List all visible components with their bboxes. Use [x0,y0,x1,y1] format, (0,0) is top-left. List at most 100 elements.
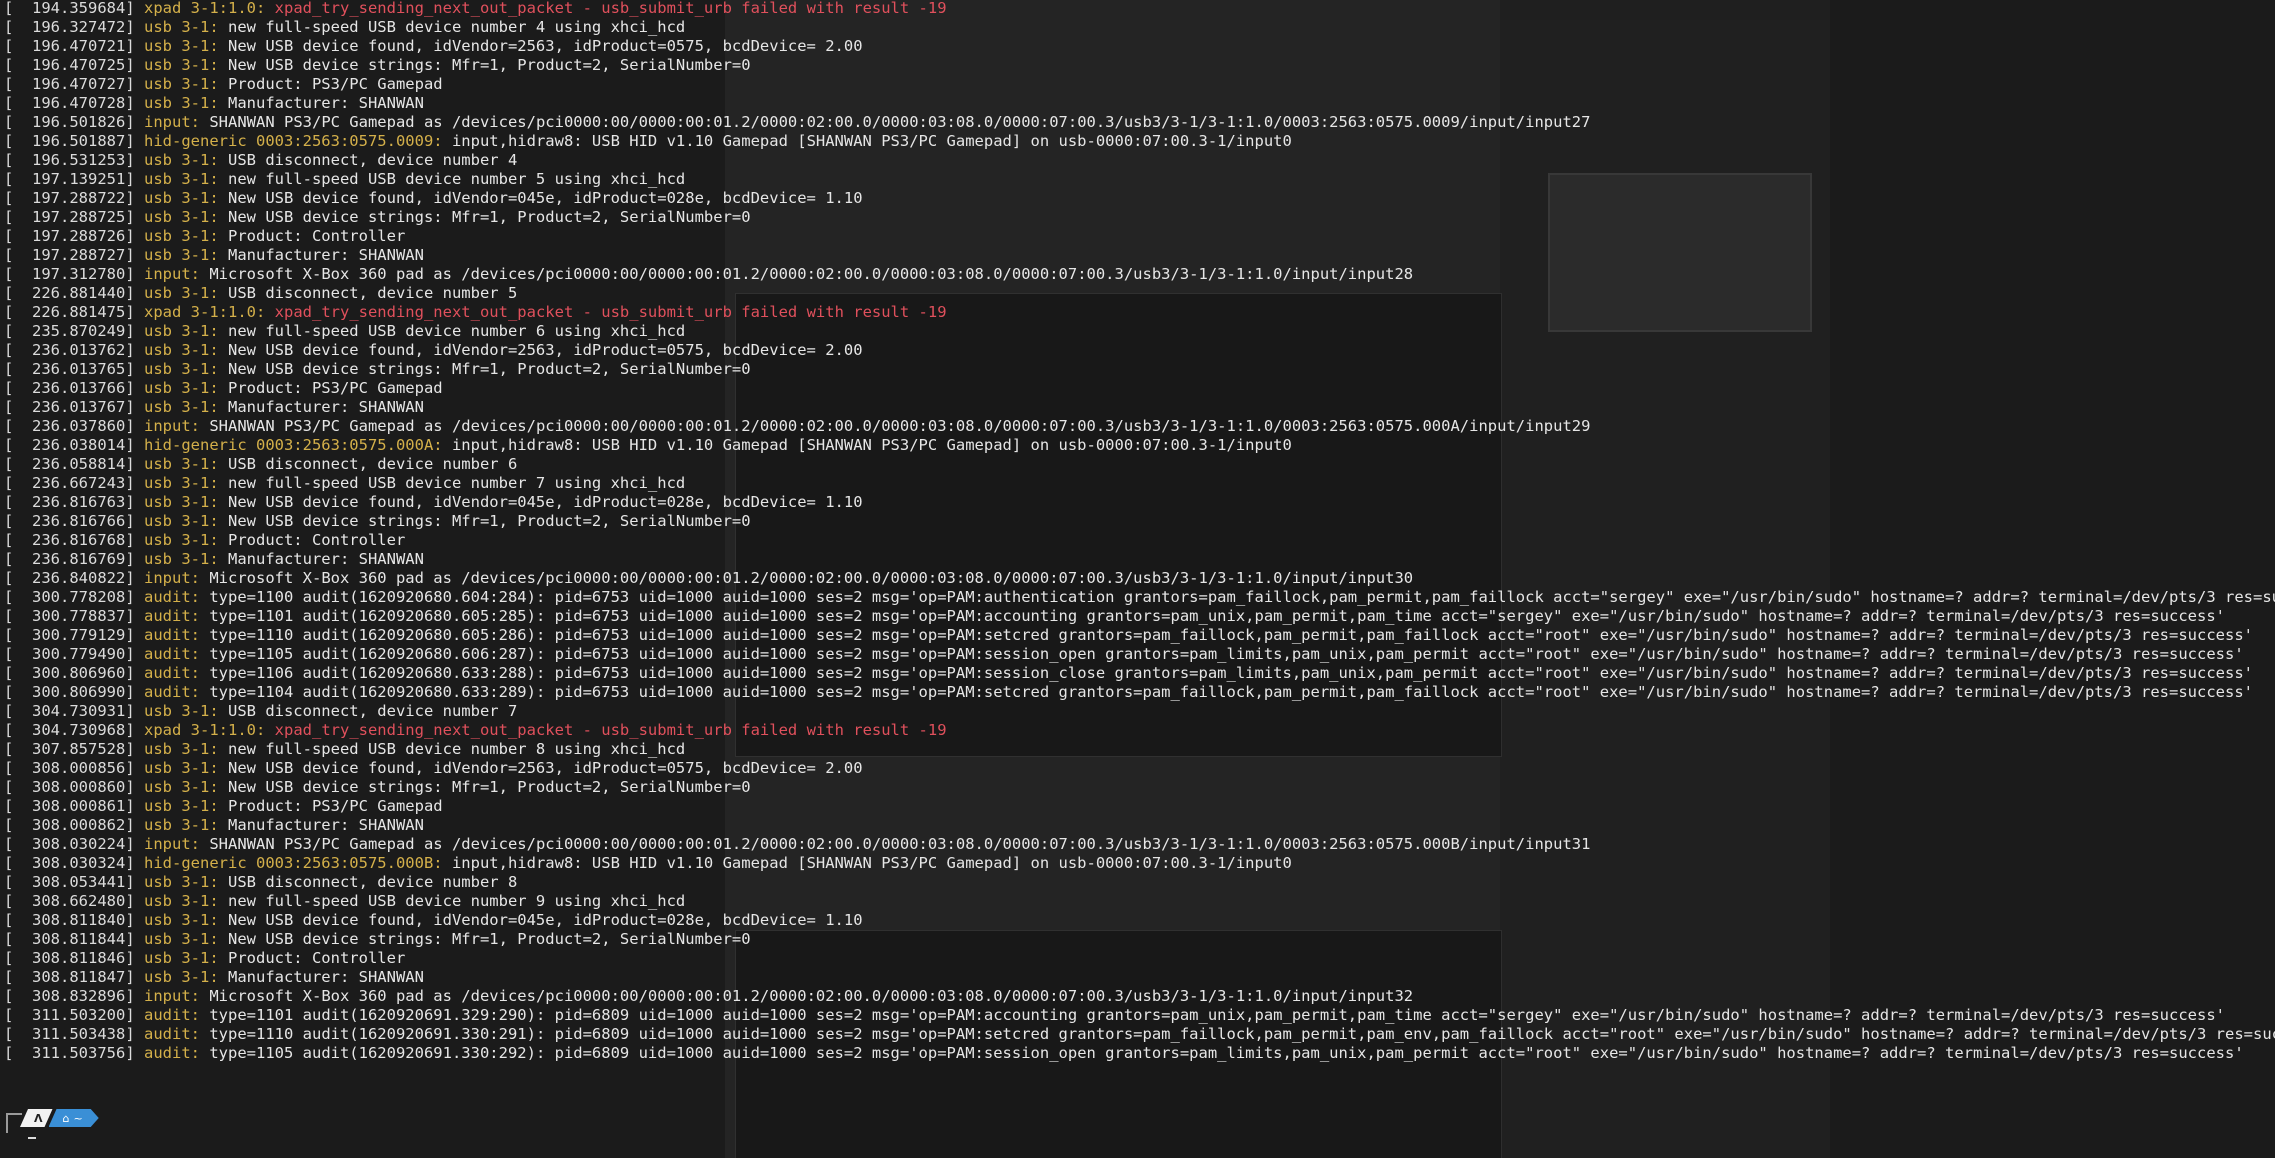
log-line: [ 308.030224] input: SHANWAN PS3/PC Game… [4,835,2275,854]
log-timestamp: [ 196.327472] [4,18,135,36]
log-message: New USB device found, idVendor=2563, idP… [218,37,863,55]
log-timestamp: [ 311.503438] [4,1025,135,1043]
log-message: USB disconnect, device number 4 [218,151,518,169]
log-source: input: [144,265,200,283]
log-source: audit: [144,588,200,606]
log-message: Manufacturer: SHANWAN [218,94,424,112]
log-source: usb 3-1: [144,949,219,967]
log-line: [ 308.811846] usb 3-1: Product: Controll… [4,949,2275,968]
log-line: [ 308.000862] usb 3-1: Manufacturer: SHA… [4,816,2275,835]
log-line: [ 308.000856] usb 3-1: New USB device fo… [4,759,2275,778]
log-message: New USB device found, idVendor=045e, idP… [218,493,863,511]
log-error-message: xpad_try_sending_next_out_packet - usb_s… [265,303,947,321]
log-timestamp: [ 226.881440] [4,284,135,302]
log-line: [ 236.058814] usb 3-1: USB disconnect, d… [4,455,2275,474]
log-message: New USB device strings: Mfr=1, Product=2… [218,512,751,530]
log-timestamp: [ 236.667243] [4,474,135,492]
log-timestamp: [ 311.503756] [4,1044,135,1062]
log-source: usb 3-1: [144,379,219,397]
log-message: type=1105 audit(1620920680.606:287): pid… [200,645,2244,663]
log-message: type=1105 audit(1620920691.330:292): pid… [200,1044,2244,1062]
log-message: type=1110 audit(1620920680.605:286): pid… [200,626,2253,644]
log-message: Manufacturer: SHANWAN [218,398,424,416]
log-source: xpad 3-1:1.0: [144,721,266,739]
log-line: [ 197.288722] usb 3-1: New USB device fo… [4,189,2275,208]
log-line: [ 226.881440] usb 3-1: USB disconnect, d… [4,284,2275,303]
log-source: usb 3-1: [144,474,219,492]
log-message: Microsoft X-Box 360 pad as /devices/pci0… [200,569,1414,587]
log-timestamp: [ 300.806990] [4,683,135,701]
log-message: SHANWAN PS3/PC Gamepad as /devices/pci00… [200,113,1591,131]
log-message: USB disconnect, device number 6 [218,455,518,473]
log-source: usb 3-1: [144,778,219,796]
log-line: [ 308.000860] usb 3-1: New USB device st… [4,778,2275,797]
log-timestamp: [ 236.816763] [4,493,135,511]
log-source: audit: [144,1006,200,1024]
log-timestamp: [ 196.470725] [4,56,135,74]
log-line: [ 196.470725] usb 3-1: New USB device st… [4,56,2275,75]
log-line: [ 300.806960] audit: type=1106 audit(162… [4,664,2275,683]
log-timestamp: [ 194.359684] [4,0,135,17]
log-source: usb 3-1: [144,37,219,55]
log-message: Microsoft X-Box 360 pad as /devices/pci0… [200,265,1414,283]
log-timestamp: [ 197.288722] [4,189,135,207]
log-source: input: [144,113,200,131]
log-line: [ 236.816768] usb 3-1: Product: Controll… [4,531,2275,550]
log-timestamp: [ 196.470727] [4,75,135,93]
log-line: [ 196.470727] usb 3-1: Product: PS3/PC G… [4,75,2275,94]
log-timestamp: [ 308.811844] [4,930,135,948]
log-timestamp: [ 236.037860] [4,417,135,435]
log-message: Manufacturer: SHANWAN [218,550,424,568]
log-source: usb 3-1: [144,322,219,340]
log-source: usb 3-1: [144,759,219,777]
log-line: [ 304.730931] usb 3-1: USB disconnect, d… [4,702,2275,721]
log-line: [ 300.779490] audit: type=1105 audit(162… [4,645,2275,664]
log-line: [ 308.811840] usb 3-1: New USB device fo… [4,911,2275,930]
log-source: audit: [144,645,200,663]
log-source: usb 3-1: [144,892,219,910]
log-source: usb 3-1: [144,702,219,720]
log-line: [ 300.779129] audit: type=1110 audit(162… [4,626,2275,645]
log-line: [ 197.288725] usb 3-1: New USB device st… [4,208,2275,227]
log-line: [ 308.030324] hid-generic 0003:2563:0575… [4,854,2275,873]
log-message: input,hidraw8: USB HID v1.10 Gamepad [SH… [442,854,1292,872]
log-timestamp: [ 236.058814] [4,455,135,473]
log-timestamp: [ 308.811847] [4,968,135,986]
log-message: SHANWAN PS3/PC Gamepad as /devices/pci00… [200,835,1591,853]
log-source: usb 3-1: [144,151,219,169]
log-source: hid-generic 0003:2563:0575.000B: [144,854,443,872]
log-timestamp: [ 308.811840] [4,911,135,929]
log-source: input: [144,417,200,435]
log-source: usb 3-1: [144,968,219,986]
log-source: audit: [144,664,200,682]
log-source: usb 3-1: [144,398,219,416]
log-line: [ 308.662480] usb 3-1: new full-speed US… [4,892,2275,911]
log-line: [ 311.503200] audit: type=1101 audit(162… [4,1006,2275,1025]
log-timestamp: [ 311.503200] [4,1006,135,1024]
log-timestamp: [ 196.501887] [4,132,135,150]
log-line: [ 311.503438] audit: type=1110 audit(162… [4,1025,2275,1044]
log-timestamp: [ 197.312780] [4,265,135,283]
log-message: Product: Controller [218,227,406,245]
log-timestamp: [ 308.832896] [4,987,135,1005]
log-source: usb 3-1: [144,816,219,834]
log-timestamp: [ 196.501826] [4,113,135,131]
log-message: Microsoft X-Box 360 pad as /devices/pci0… [200,987,1414,1005]
log-message: Product: Controller [218,949,406,967]
log-source: usb 3-1: [144,493,219,511]
log-source: usb 3-1: [144,170,219,188]
text-cursor[interactable] [28,1137,36,1139]
log-line: [ 308.000861] usb 3-1: Product: PS3/PC G… [4,797,2275,816]
log-source: usb 3-1: [144,740,219,758]
log-source: hid-generic 0003:2563:0575.000A: [144,436,443,454]
log-line: [ 236.667243] usb 3-1: new full-speed US… [4,474,2275,493]
log-line: [ 308.832896] input: Microsoft X-Box 360… [4,987,2275,1006]
log-message: new full-speed USB device number 9 using… [218,892,686,910]
log-line: [ 194.359684] xpad 3-1:1.0: xpad_try_sen… [4,0,2275,18]
log-line: [ 196.531253] usb 3-1: USB disconnect, d… [4,151,2275,170]
log-message: new full-speed USB device number 4 using… [218,18,686,36]
log-message: new full-speed USB device number 8 using… [218,740,686,758]
log-line: [ 236.840822] input: Microsoft X-Box 360… [4,569,2275,588]
log-line: [ 304.730968] xpad 3-1:1.0: xpad_try_sen… [4,721,2275,740]
terminal-window[interactable]: [ 194.359648] usb 3-1: USB disconnect, d… [0,0,2275,1158]
